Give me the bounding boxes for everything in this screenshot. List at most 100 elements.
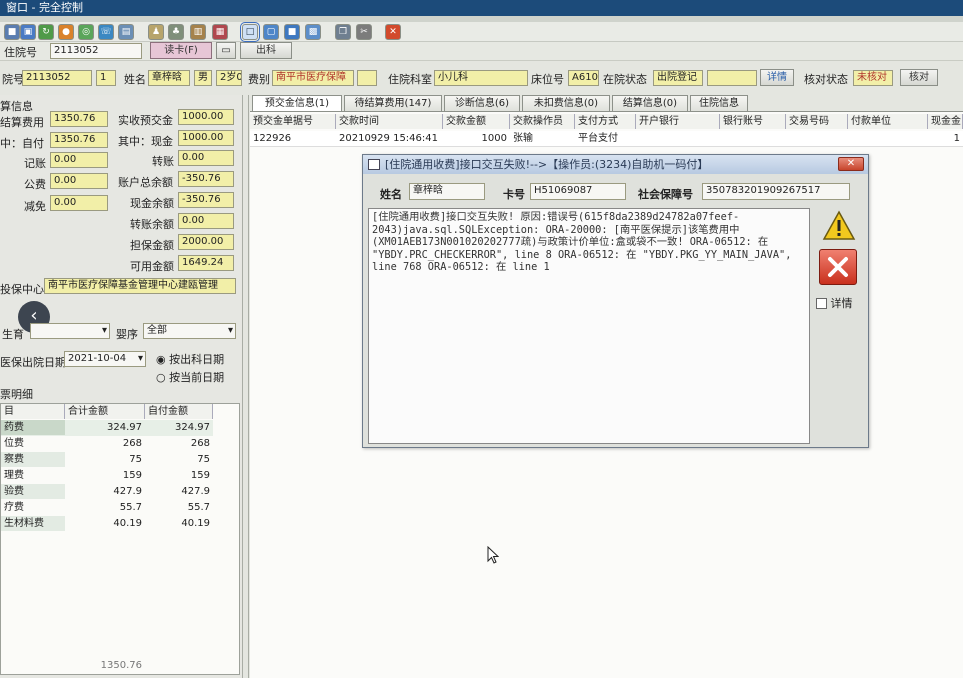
invoice-item-4: 验费	[1, 484, 65, 499]
message-icon[interactable]: ▤	[118, 24, 134, 40]
check-button[interactable]: 核对	[900, 69, 938, 86]
settle-right-value-3: -350.76	[178, 171, 234, 187]
radio-by-current-date-label: 按当前日期	[169, 371, 225, 384]
baby-select[interactable]: 全部 ▾	[143, 323, 236, 339]
view-icon[interactable]: ▢	[263, 24, 279, 40]
detail-checkbox[interactable]: 详情	[816, 295, 853, 311]
invoice-header: 票明细	[0, 388, 33, 401]
warning-icon	[822, 210, 856, 242]
settle-right-value-4: -350.76	[178, 192, 234, 208]
discharge-dept-button[interactable]: 出科	[240, 42, 292, 59]
discharge-date-label: 医保出院日期	[0, 356, 66, 369]
dept-field: 小儿科	[434, 70, 528, 86]
invoice-total-4: 427.9	[113, 486, 142, 497]
bed-field: A6105	[568, 70, 599, 86]
invoice-self-0: 324.97	[175, 422, 210, 433]
settle-right-label-1: 其中：现金	[118, 135, 173, 148]
window-icon	[368, 159, 380, 170]
splitter[interactable]	[242, 95, 243, 678]
exit-icon[interactable]: ✕	[385, 24, 401, 40]
tab-unpaid[interactable]: 未扣费信息(0)	[522, 95, 610, 111]
dialog-close-button[interactable]: ✕	[838, 157, 864, 171]
invoice-col-total: 合计金额	[65, 404, 145, 419]
tab-diagnosis[interactable]: 诊断信息(6)	[444, 95, 520, 111]
window-icon[interactable]: □	[240, 22, 260, 42]
status-field: 出院登记	[653, 70, 703, 86]
tab-settlement[interactable]: 结算信息(0)	[612, 95, 688, 111]
insurance-center-label: 投保中心	[0, 283, 44, 296]
lock-icon[interactable]: ▦	[212, 24, 228, 40]
tab-inpatient-info[interactable]: 住院信息	[690, 95, 748, 111]
invoice-self-4: 427.9	[181, 486, 210, 497]
print-icon[interactable]: ▣	[20, 24, 36, 40]
tab-pending-fees[interactable]: 待结算费用(147)	[344, 95, 442, 111]
age-field: 2岁0	[216, 70, 242, 86]
settle-left-label-1: 中：自付	[0, 137, 44, 150]
invoice-self-6: 40.19	[181, 518, 210, 529]
sex-field: 男	[194, 70, 212, 86]
grid-icon[interactable]: ▩	[305, 24, 321, 40]
tools-icon[interactable]: ✂	[356, 24, 372, 40]
tab-prepay[interactable]: 预交金信息(1)	[252, 95, 342, 112]
settle-right-value-7: 1649.24	[178, 255, 234, 271]
copy-icon[interactable]: ❐	[335, 24, 351, 40]
settle-right-value-6: 2000.00	[178, 234, 234, 250]
grid-col-9: 现金金	[928, 114, 963, 129]
settle-right-label-2: 转账	[152, 155, 174, 168]
grid-col-5: 开户银行	[636, 114, 720, 129]
chevron-down-icon: ▾	[101, 325, 107, 336]
dialog-name-label: 姓名	[380, 188, 402, 201]
phone-icon[interactable]: ☏	[98, 24, 114, 40]
invoice-item-5: 疗费	[4, 502, 24, 513]
settle-right-value-5: 0.00	[178, 213, 234, 229]
inpatient-no-label: 院号	[2, 73, 24, 86]
radio-by-dept-date[interactable]: ◉ 按出科日期	[156, 351, 224, 367]
dialog-ssn-field: 350783201909267517	[702, 183, 850, 200]
discharge-date-picker[interactable]: 2021-10-04 ▾	[64, 351, 146, 367]
invoice-item-2: 察费	[1, 452, 65, 467]
detail-button[interactable]: 详情	[760, 69, 794, 86]
settle-right-label-3: 账户总余额	[118, 176, 173, 189]
chevron-down-icon: ▾	[137, 353, 143, 364]
category-label: 费别	[248, 73, 270, 86]
mouse-cursor-icon	[487, 545, 500, 564]
grid-col-0: 预交金单据号	[250, 114, 336, 129]
settle-left-value-2: 0.00	[50, 152, 108, 168]
settle-header: 算信息	[0, 100, 33, 113]
settle-right-value-2: 0.00	[178, 150, 234, 166]
refresh-icon[interactable]: ↻	[38, 24, 54, 40]
discharge-date-value: 2021-10-04	[68, 353, 127, 364]
save-icon[interactable]: ■	[4, 24, 20, 40]
card-icon[interactable]: ▥	[190, 24, 206, 40]
status-label: 在院状态	[603, 73, 647, 86]
query-icon[interactable]: ◎	[78, 24, 94, 40]
grid-cell-paytype: 平台支付	[578, 133, 618, 144]
dialog-card-field: H51069087	[530, 183, 626, 200]
user-icon[interactable]: ♟	[148, 24, 164, 40]
admission-times-field: 1	[96, 70, 116, 86]
name-label: 姓名	[124, 73, 146, 86]
settle-left-value-3: 0.00	[50, 173, 108, 189]
detail-checkbox-label: 详情	[830, 297, 853, 310]
grid-cell-cash: 1	[953, 133, 960, 144]
invoice-self-5: 55.7	[187, 502, 210, 513]
group-icon[interactable]: ♣	[168, 24, 184, 40]
baby-label: 婴序	[116, 328, 138, 341]
invoice-item-1: 位费	[4, 438, 24, 449]
category-extra-field	[357, 70, 377, 86]
project-select[interactable]: ▾	[30, 323, 110, 339]
folder-icon[interactable]: ▭	[216, 42, 236, 59]
window-title: 窗口 - 完全控制	[0, 0, 963, 16]
chevron-down-icon: ▾	[227, 325, 233, 336]
read-card-button[interactable]: 读卡(F)	[150, 42, 212, 59]
settle-right-label-0: 实收预交金	[118, 114, 173, 127]
error-dialog: [住院通用收费]接口交互失败!-->【操作员:(3234)自助机一码付】 ✕ 姓…	[362, 154, 869, 448]
grid-col-7: 交易号码	[786, 114, 848, 129]
inpatient-search-input[interactable]: 2113052	[50, 43, 142, 59]
grid-cell-amount: 1000	[481, 133, 507, 144]
stop-icon[interactable]: ●	[58, 24, 74, 40]
check-status-field: 未核对	[853, 70, 893, 86]
name-field: 章梓晗	[148, 70, 190, 86]
radio-by-current-date[interactable]: ○ 按当前日期	[156, 369, 224, 385]
layout-icon[interactable]: ■	[284, 24, 300, 40]
